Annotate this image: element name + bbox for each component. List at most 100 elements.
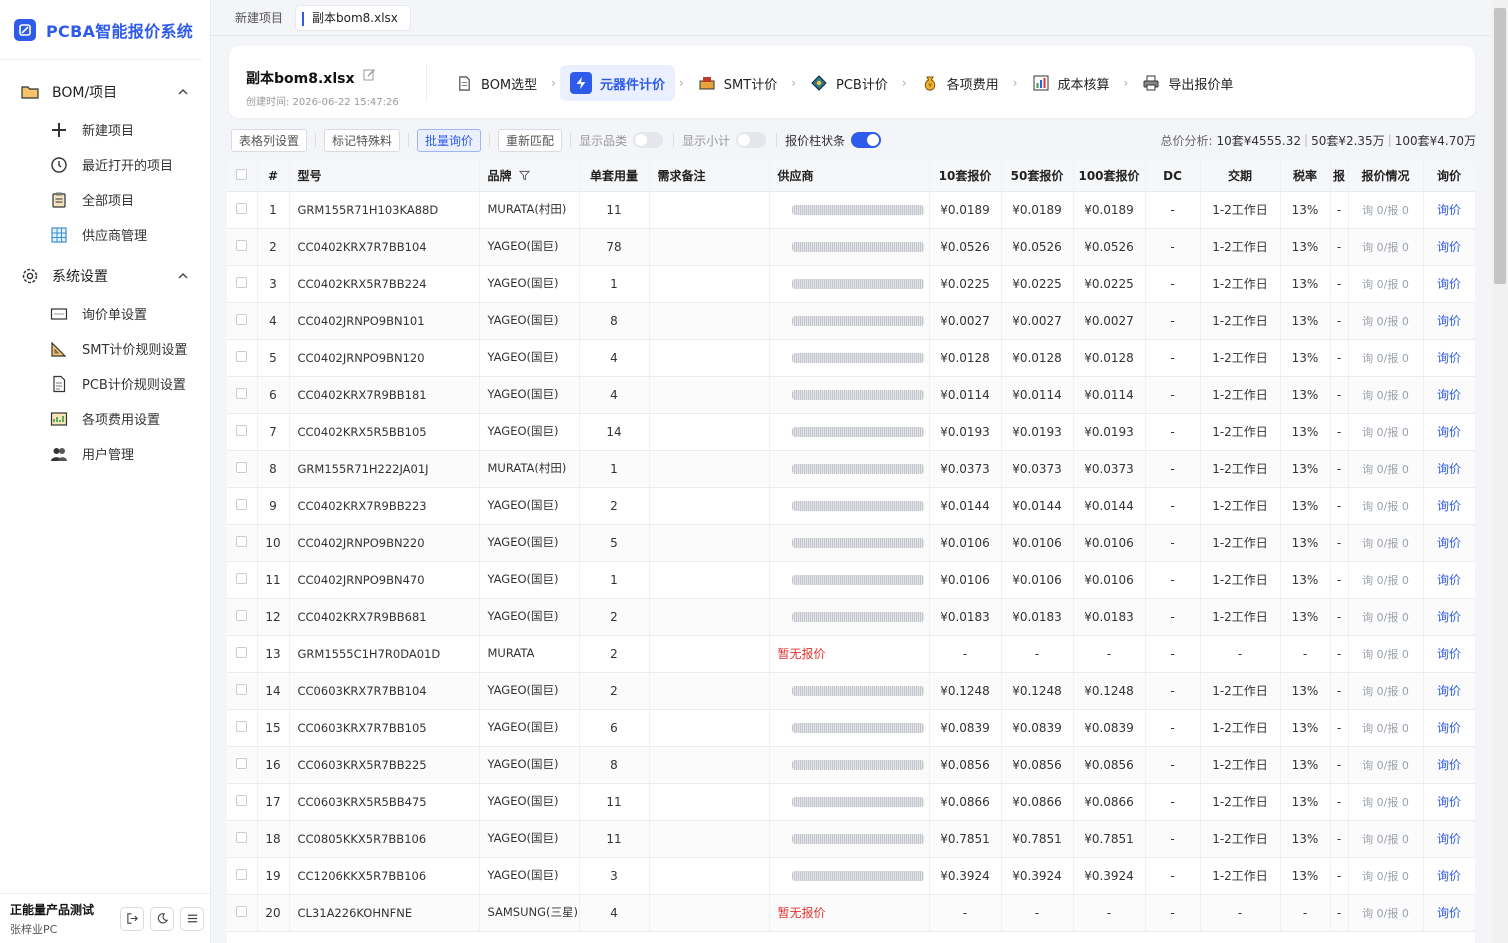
inquiry-link[interactable]: 询价 bbox=[1423, 894, 1475, 932]
logout-button[interactable] bbox=[120, 906, 144, 931]
dark-mode-button[interactable] bbox=[150, 906, 174, 931]
sidebar-item-supplier[interactable]: 供应商管理 bbox=[0, 217, 210, 252]
rematch-button[interactable]: 重新匹配 bbox=[498, 128, 563, 152]
row-checkbox[interactable] bbox=[236, 683, 248, 695]
note-cell[interactable] bbox=[649, 783, 770, 821]
model-cell[interactable]: CC0805KKX5R7BB106 bbox=[289, 820, 480, 858]
model-cell[interactable]: CC0402KRX7R7BB104 bbox=[289, 228, 480, 266]
supplier-cell[interactable] bbox=[768, 487, 930, 525]
step-bom-selection[interactable]: BOM选型 bbox=[445, 65, 547, 101]
note-cell[interactable] bbox=[649, 302, 770, 340]
nav-group-bom[interactable]: BOM/项目 bbox=[0, 72, 210, 112]
page-scrollbar[interactable] bbox=[1492, 0, 1508, 943]
inquiry-link[interactable]: 询价 bbox=[1423, 191, 1475, 229]
inquiry-link[interactable]: 询价 bbox=[1423, 302, 1475, 340]
tab-new-project[interactable]: 新建项目 bbox=[223, 5, 295, 31]
inquiry-link[interactable]: 询价 bbox=[1423, 561, 1475, 599]
table-row[interactable]: 10 CC0402JRNPO9BN220 YAGEO(国巨) 5 ¥0.0106 ¥0.0… bbox=[227, 524, 1475, 562]
model-cell[interactable]: GRM155R71H222JA01J bbox=[289, 450, 480, 488]
note-cell[interactable] bbox=[649, 413, 770, 451]
supplier-cell[interactable] bbox=[768, 672, 930, 710]
inquiry-link[interactable]: 询价 bbox=[1423, 672, 1475, 710]
row-checkbox[interactable] bbox=[236, 202, 248, 214]
note-cell[interactable] bbox=[649, 857, 770, 895]
note-cell[interactable] bbox=[649, 487, 770, 525]
table-row[interactable]: 15 CC0603KRX7R7BB105 YAGEO(国巨) 6 ¥0.0839 ¥0.0… bbox=[227, 709, 1475, 747]
price-bar-toggle[interactable] bbox=[851, 132, 882, 148]
row-checkbox[interactable] bbox=[236, 276, 248, 288]
app-logo[interactable]: PCBA智能报价系统 bbox=[0, 0, 202, 60]
table-row[interactable]: 6 CC0402KRX7R9BB181 YAGEO(国巨) 4 ¥0.0114 ¥0.01… bbox=[227, 376, 1475, 414]
inquiry-link[interactable]: 询价 bbox=[1423, 598, 1475, 636]
row-checkbox[interactable] bbox=[236, 905, 248, 917]
note-cell[interactable] bbox=[649, 820, 770, 858]
table-row[interactable]: 3 CC0402KRX5R7BB224 YAGEO(国巨) 1 ¥0.0225 ¥0.02… bbox=[227, 265, 1475, 303]
row-checkbox[interactable] bbox=[236, 424, 248, 436]
table-row[interactable]: 9 CC0402KRX7R9BB223 YAGEO(国巨) 2 ¥0.0144 ¥0.01… bbox=[227, 487, 1475, 525]
table-row[interactable]: 13 GRM1555C1H7R0DA01D MURATA 2 暂无报价 - - - - - - - 询 … bbox=[227, 635, 1475, 673]
row-checkbox[interactable] bbox=[236, 387, 248, 399]
row-checkbox[interactable] bbox=[236, 831, 248, 843]
table-row[interactable]: 2 CC0402KRX7R7BB104 YAGEO(国巨) 78 ¥0.0526 ¥0.0… bbox=[227, 228, 1475, 266]
inquiry-link[interactable]: 询价 bbox=[1423, 709, 1475, 747]
inquiry-link[interactable]: 询价 bbox=[1423, 857, 1475, 895]
sidebar-item-user-management[interactable]: 用户管理 bbox=[0, 436, 210, 471]
row-checkbox[interactable] bbox=[236, 646, 248, 658]
step-export-quote[interactable]: 导出报价单 bbox=[1132, 65, 1243, 101]
step-cost-accounting[interactable]: 成本核算 bbox=[1022, 65, 1120, 101]
supplier-cell[interactable] bbox=[768, 413, 930, 451]
col-header-dc[interactable]: DC bbox=[1145, 161, 1201, 192]
table-row[interactable]: 16 CC0603KRX5R7BB225 YAGEO(国巨) 8 ¥0.0856 ¥0.0… bbox=[227, 746, 1475, 784]
step-component-pricing[interactable]: 元器件计价 bbox=[559, 65, 675, 101]
row-checkbox[interactable] bbox=[236, 498, 248, 510]
note-cell[interactable] bbox=[649, 746, 770, 784]
table-row[interactable]: 14 CC0603KRX7R7BB104 YAGEO(国巨) 2 ¥0.1248 ¥0.1… bbox=[227, 672, 1475, 710]
tab-bom-file[interactable]: 副本bom8.xlsx bbox=[295, 4, 411, 31]
inquiry-link[interactable]: 询价 bbox=[1423, 228, 1475, 266]
table-row[interactable]: 4 CC0402JRNPO9BN101 YAGEO(国巨) 8 ¥0.0027 ¥0.00… bbox=[227, 302, 1475, 340]
inquiry-link[interactable]: 询价 bbox=[1423, 783, 1475, 821]
note-cell[interactable] bbox=[649, 635, 770, 673]
model-cell[interactable]: CC0402JRNPO9BN470 bbox=[289, 561, 480, 599]
inquiry-link[interactable]: 询价 bbox=[1423, 820, 1475, 858]
nav-group-settings[interactable]: 系统设置 bbox=[0, 256, 210, 296]
user-info[interactable]: 正能量产品测试 张梓业PC bbox=[10, 901, 120, 937]
note-cell[interactable] bbox=[649, 376, 770, 414]
table-row[interactable]: 5 CC0402JRNPO9BN120 YAGEO(国巨) 4 ¥0.0128 ¥0.01… bbox=[227, 339, 1475, 377]
note-cell[interactable] bbox=[649, 672, 770, 710]
step-pcb-pricing[interactable]: PCB计价 bbox=[800, 65, 898, 101]
table-row[interactable]: 11 CC0402JRNPO9BN470 YAGEO(国巨) 1 ¥0.0106 ¥0.0… bbox=[227, 561, 1475, 599]
model-cell[interactable]: GRM1555C1H7R0DA01D bbox=[289, 635, 480, 673]
inquiry-link[interactable]: 询价 bbox=[1423, 450, 1475, 488]
inquiry-link[interactable]: 询价 bbox=[1423, 635, 1475, 673]
inquiry-link[interactable]: 询价 bbox=[1423, 746, 1475, 784]
table-row[interactable]: 7 CC0402KRX5R5BB105 YAGEO(国巨) 14 ¥0.0193 ¥0.0… bbox=[227, 413, 1475, 451]
scrollbar-thumb[interactable] bbox=[1494, 8, 1506, 284]
model-cell[interactable]: CC0402JRNPO9BN220 bbox=[289, 524, 480, 562]
model-cell[interactable]: GRM155R71H103KA88D bbox=[289, 191, 480, 229]
row-checkbox[interactable] bbox=[236, 239, 248, 251]
note-cell[interactable] bbox=[649, 339, 770, 377]
model-cell[interactable]: CC0402KRX5R5BB105 bbox=[289, 413, 480, 451]
show-subtotal-toggle[interactable] bbox=[736, 132, 767, 148]
col-header-supplier[interactable]: 供应商 bbox=[768, 161, 930, 192]
supplier-cell[interactable] bbox=[768, 746, 930, 784]
sidebar-item-fees-settings[interactable]: 各项费用设置 bbox=[0, 401, 210, 436]
table-row[interactable]: 20 CL31A226KOHNFNE SAMSUNG(三星) 4 暂无报价 - - - - - - -… bbox=[227, 894, 1475, 932]
sidebar-item-pcb-rules[interactable]: PCB计价规则设置 bbox=[0, 366, 210, 401]
supplier-cell[interactable] bbox=[768, 450, 930, 488]
supplier-cell[interactable] bbox=[768, 857, 930, 895]
col-header-quote-status[interactable]: 报价情况 bbox=[1348, 161, 1424, 192]
col-header-qty[interactable]: 单套用量 bbox=[579, 161, 650, 192]
inquiry-link[interactable]: 询价 bbox=[1423, 413, 1475, 451]
table-row[interactable]: 17 CC0603KRX5R5BB475 YAGEO(国巨) 11 ¥0.0866 ¥0.… bbox=[227, 783, 1475, 821]
table-row[interactable]: 18 CC0805KKX5R7BB106 YAGEO(国巨) 11 ¥0.7851 ¥0.… bbox=[227, 820, 1475, 858]
table-row[interactable]: 8 GRM155R71H222JA01J MURATA(村田) 1 ¥0.0373 ¥0.… bbox=[227, 450, 1475, 488]
step-fees[interactable]: ¥ 各项费用 bbox=[911, 65, 1009, 101]
select-all-checkbox[interactable] bbox=[236, 168, 248, 180]
filter-icon[interactable] bbox=[518, 170, 530, 181]
supplier-cell[interactable] bbox=[768, 783, 930, 821]
supplier-cell[interactable] bbox=[768, 524, 930, 562]
model-cell[interactable]: CC1206KKX5R7BB106 bbox=[289, 857, 480, 895]
table-row[interactable]: 1 GRM155R71H103KA88D MURATA(村田) 11 ¥0.0189 ¥0… bbox=[227, 191, 1475, 229]
